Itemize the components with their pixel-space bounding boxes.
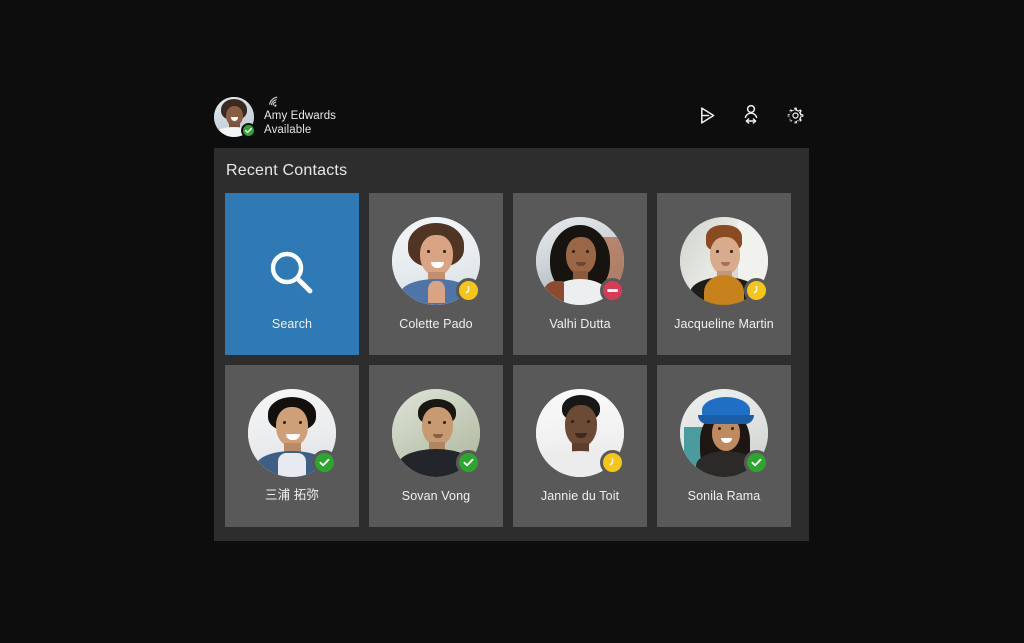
contact-name: Sovan Vong [401, 489, 471, 503]
avatar [392, 217, 481, 305]
avatar [248, 389, 337, 477]
search-icon [225, 245, 359, 301]
status-badge [600, 278, 625, 303]
contact-tile[interactable]: Sonila Rama [657, 365, 791, 527]
contact-name: Jacqueline Martin [674, 317, 774, 331]
search-tile-label: Search [271, 317, 313, 331]
user-text: Amy Edwards Available [264, 93, 336, 137]
contact-tile[interactable]: Valhi Dutta [513, 193, 647, 355]
contacts-grid: Search Colette Pado Valhi Dutta Jacqueli… [225, 193, 791, 527]
clock-icon [753, 285, 758, 294]
wifi-icon [265, 95, 336, 108]
header-actions [694, 102, 808, 128]
header: Amy Edwards Available [214, 84, 810, 146]
status-badge [456, 450, 481, 475]
status-badge [312, 450, 337, 475]
search-tile[interactable]: Search [225, 193, 359, 355]
avatar [536, 389, 625, 477]
check-icon [751, 458, 762, 467]
status-badge [744, 450, 769, 475]
clock-icon [609, 457, 614, 466]
status-badge [241, 123, 256, 138]
avatar[interactable] [214, 97, 256, 138]
contact-tile[interactable]: Jannie du Toit [513, 365, 647, 527]
avatar [680, 389, 769, 477]
status-badge [600, 450, 625, 475]
contact-tile[interactable]: Sovan Vong [369, 365, 503, 527]
avatar [680, 217, 769, 305]
available-check-icon [244, 127, 253, 134]
avatar [392, 389, 481, 477]
contact-name: 三浦 拓弥 [265, 488, 319, 502]
user-status: Available [264, 124, 312, 136]
dash-icon [607, 289, 618, 292]
contact-name: Colette Pado [399, 317, 473, 331]
contact-name: Jannie du Toit [540, 489, 620, 503]
settings-gear-icon[interactable] [782, 102, 808, 128]
check-icon [463, 458, 474, 467]
send-icon[interactable] [694, 102, 720, 128]
contact-name: Sonila Rama [687, 489, 761, 503]
page-title: Recent Contacts [226, 162, 348, 179]
avatar [536, 217, 625, 305]
contact-tile[interactable]: Jacqueline Martin [657, 193, 791, 355]
contact-tile[interactable]: Colette Pado [369, 193, 503, 355]
current-user[interactable]: Amy Edwards Available [214, 93, 336, 138]
user-name: Amy Edwards [264, 110, 337, 122]
clock-icon [465, 285, 470, 294]
recent-contacts-panel: Recent Contacts Search Colette Pado Valh… [214, 148, 809, 541]
app-root: Amy Edwards Available Recent Contacts Se… [0, 0, 1024, 643]
check-icon [319, 458, 330, 467]
switch-user-icon[interactable] [738, 102, 764, 128]
contact-tile[interactable]: 三浦 拓弥 [225, 365, 359, 527]
status-badge [456, 278, 481, 303]
contact-name: Valhi Dutta [549, 317, 611, 331]
status-badge [744, 278, 769, 303]
